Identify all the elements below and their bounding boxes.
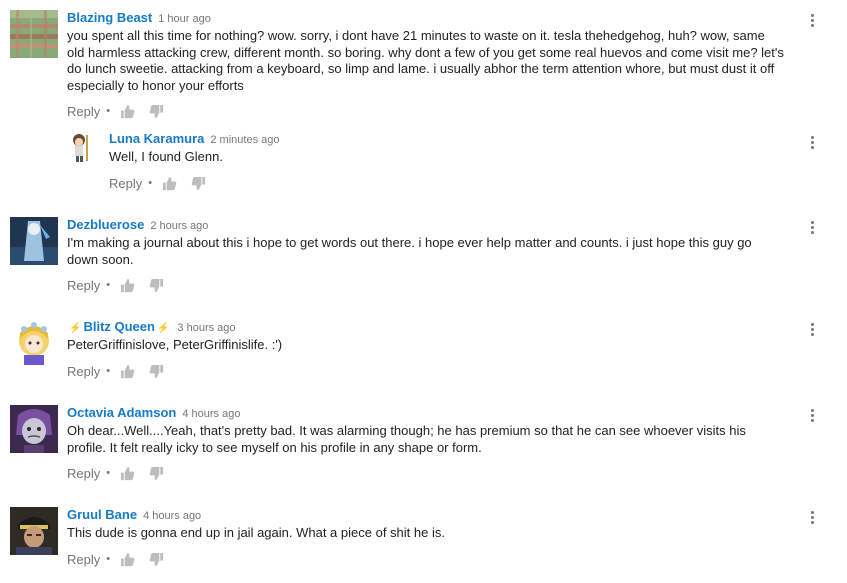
author-name[interactable]: Dezbluerose: [67, 217, 144, 232]
author-name[interactable]: Octavia Adamson: [67, 405, 176, 420]
lightning-bolt-icon: ⚡: [69, 323, 82, 334]
avatar[interactable]: [66, 131, 98, 163]
thumbs-down-icon[interactable]: [149, 364, 164, 379]
thumbs-down-icon[interactable]: [149, 104, 164, 119]
timestamp[interactable]: 2 hours ago: [150, 220, 208, 232]
thumbs-down-icon[interactable]: [149, 466, 164, 481]
avatar[interactable]: [10, 507, 58, 555]
separator: •: [106, 553, 111, 565]
thumbs-up-icon[interactable]: [120, 466, 135, 481]
comment-actions: Reply •: [67, 464, 178, 482]
thumbs-up-icon[interactable]: [120, 278, 135, 293]
thumbs-up-icon[interactable]: [120, 364, 135, 379]
vertical-dots-menu-icon[interactable]: [808, 12, 816, 30]
comment-list: Blazing Beast 1 hour ago you spent all th…: [0, 0, 847, 583]
thumbs-up-icon[interactable]: [162, 176, 177, 191]
timestamp[interactable]: 3 hours ago: [177, 322, 235, 334]
thumbs-down-icon[interactable]: [149, 552, 164, 567]
separator: •: [106, 279, 111, 291]
comment-text: This dude is gonna end up in jail again.…: [67, 525, 445, 540]
comment-text: PeterGriffinislove, PeterGriffinislife. …: [67, 337, 283, 352]
vertical-dots-menu-icon[interactable]: [808, 219, 816, 237]
timestamp[interactable]: 1 hour ago: [158, 13, 211, 25]
comment-actions: Reply •: [67, 102, 178, 120]
avatar[interactable]: [10, 10, 58, 58]
reply-button[interactable]: Reply: [109, 176, 142, 191]
author-name[interactable]: Blazing Beast: [67, 10, 152, 25]
thumbs-down-icon[interactable]: [191, 176, 206, 191]
lightning-bolt-icon: ⚡: [156, 323, 170, 334]
separator: •: [106, 105, 111, 117]
author-name[interactable]: Luna Karamura: [109, 131, 204, 146]
avatar[interactable]: [10, 319, 58, 367]
comment-actions: Reply •: [67, 362, 178, 380]
comment-actions: Reply •: [109, 174, 220, 192]
vertical-dots-menu-icon[interactable]: [808, 134, 816, 152]
separator: •: [106, 467, 111, 479]
timestamp[interactable]: 2 minutes ago: [210, 134, 279, 146]
author-name[interactable]: Gruul Bane: [67, 507, 137, 522]
comment-text: Well, I found Glenn.: [109, 149, 223, 164]
timestamp[interactable]: 4 hours ago: [143, 510, 201, 522]
separator: •: [106, 365, 111, 377]
reply-button[interactable]: Reply: [67, 552, 100, 567]
avatar[interactable]: [10, 405, 58, 453]
avatar[interactable]: [10, 217, 58, 265]
author-name[interactable]: Blitz Queen: [83, 319, 155, 334]
reply-button[interactable]: Reply: [67, 364, 100, 379]
timestamp[interactable]: 4 hours ago: [182, 408, 240, 420]
comment-text: I'm making a journal about this i hope t…: [67, 235, 752, 267]
vertical-dots-menu-icon[interactable]: [808, 321, 816, 339]
vertical-dots-menu-icon[interactable]: [808, 509, 816, 527]
comment-text: you spent all this time for nothing? wow…: [67, 28, 784, 93]
thumbs-up-icon[interactable]: [120, 104, 135, 119]
reply-button[interactable]: Reply: [67, 104, 100, 119]
comment-actions: Reply •: [67, 550, 178, 568]
reply-button[interactable]: Reply: [67, 466, 100, 481]
comment-text: Oh dear...Well....Yeah, that's pretty ba…: [67, 423, 746, 455]
separator: •: [148, 177, 153, 189]
reply-button[interactable]: Reply: [67, 278, 100, 293]
thumbs-up-icon[interactable]: [120, 552, 135, 567]
thumbs-down-icon[interactable]: [149, 278, 164, 293]
vertical-dots-menu-icon[interactable]: [808, 407, 816, 425]
comment-actions: Reply •: [67, 276, 178, 294]
